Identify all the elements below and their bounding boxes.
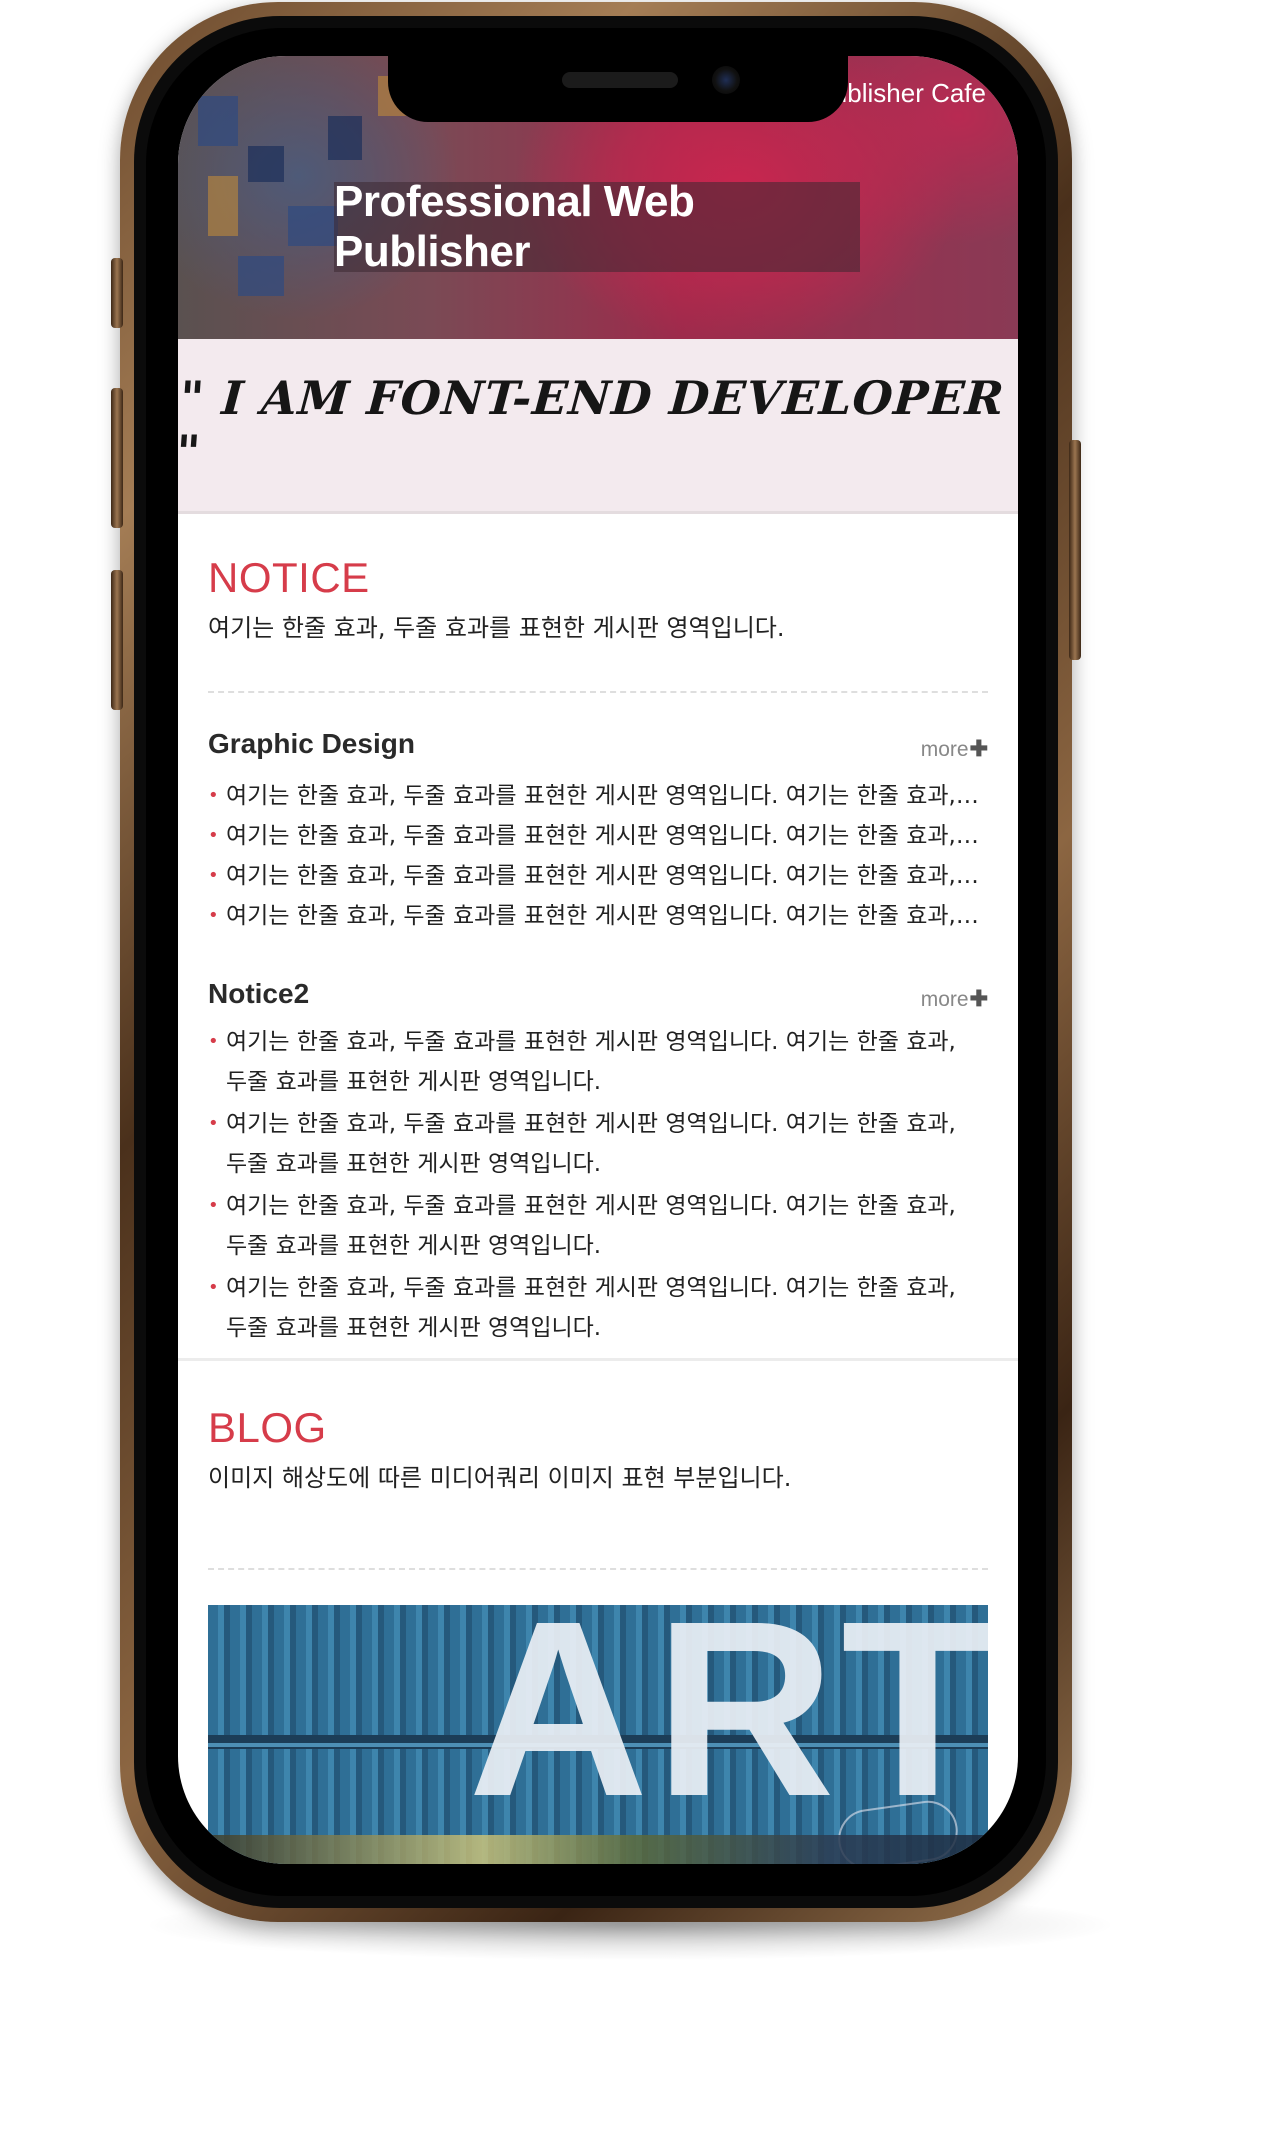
dot-bullet-icon: • — [208, 1277, 219, 1298]
list-item-text: 여기는 한줄 효과, 두줄 효과를 표현한 게시판 영역입니다. 여기는 한줄 … — [226, 903, 988, 929]
list-item-text: 여기는 한줄 효과, 두줄 효과를 표현한 게시판 영역입니다. 여기는 한줄 … — [226, 863, 988, 889]
site-name-link[interactable]: ublisher Cafe — [833, 78, 986, 109]
list-item-text: 여기는 한줄 효과, 두줄 효과를 표현한 게시판 영역입니다. 여기는 한줄 … — [226, 1029, 956, 1095]
list-item-text: 여기는 한줄 효과, 두줄 효과를 표현한 게시판 영역입니다. 여기는 한줄 … — [226, 1275, 956, 1341]
section-divider — [178, 1358, 1018, 1361]
blog-image[interactable]: ART — [208, 1605, 988, 1864]
speaker-grille — [562, 72, 678, 88]
more-link[interactable]: more✚ — [921, 736, 988, 762]
hero-texture — [328, 116, 362, 160]
quote-banner: " I AM FONT-END DEVELOPER " — [178, 339, 1018, 514]
dot-bullet-icon: • — [208, 1031, 219, 1052]
list-item[interactable]: • 여기는 한줄 효과, 두줄 효과를 표현한 게시판 영역입니다. 여기는 한줄… — [208, 776, 988, 816]
hero-texture — [288, 206, 338, 246]
list-item[interactable]: • 여기는 한줄 효과, 두줄 효과를 표현한 게시판 영역입니다. 여기는 한줄… — [208, 1186, 988, 1266]
board-title: Notice2 — [208, 978, 310, 1009]
notice-description: 여기는 한줄 효과, 두줄 효과를 표현한 게시판 영역입니다. — [208, 614, 785, 642]
list-item[interactable]: • 여기는 한줄 효과, 두줄 효과를 표현한 게시판 영역입니다. 여기는 한줄… — [208, 1104, 988, 1184]
power-button — [1069, 440, 1081, 660]
blog-section-head: BLOG 이미지 해상도에 따른 미디어쿼리 이미지 표현 부분입니다. — [208, 1404, 988, 1493]
list-item[interactable]: • 여기는 한줄 효과, 두줄 효과를 표현한 게시판 영역입니다. 여기는 한줄… — [208, 856, 988, 896]
volume-up-button — [111, 388, 123, 528]
notice-divider — [208, 691, 988, 693]
plus-icon: ✚ — [969, 736, 988, 761]
list-item-text: 여기는 한줄 효과, 두줄 효과를 표현한 게시판 영역입니다. 여기는 한줄 … — [226, 823, 988, 849]
board-graphic-design-list: • 여기는 한줄 효과, 두줄 효과를 표현한 게시판 영역입니다. 여기는 한줄… — [208, 776, 988, 936]
volume-down-button — [111, 570, 123, 710]
list-item[interactable]: • 여기는 한줄 효과, 두줄 효과를 표현한 게시판 영역입니다. 여기는 한줄… — [208, 896, 988, 936]
blog-description: 이미지 해상도에 따른 미디어쿼리 이미지 표현 부분입니다. — [208, 1464, 792, 1492]
quote-text: " I AM FONT-END DEVELOPER " — [178, 371, 1007, 479]
mockup-stage: ublisher Cafe Professional Web Publisher… — [0, 0, 1264, 2134]
dot-bullet-icon: • — [208, 905, 219, 926]
list-item-text: 여기는 한줄 효과, 두줄 효과를 표현한 게시판 영역입니다. 여기는 한줄 … — [226, 1193, 956, 1259]
more-label: more — [920, 738, 969, 761]
notice-section-head: NOTICE 여기는 한줄 효과, 두줄 효과를 표현한 게시판 영역입니다. — [208, 554, 988, 643]
notch — [388, 56, 848, 122]
board-title: Graphic Design — [208, 728, 415, 759]
blog-divider — [208, 1568, 988, 1570]
phone-screen: ublisher Cafe Professional Web Publisher… — [178, 56, 1018, 1864]
more-label: more — [920, 988, 969, 1011]
list-item[interactable]: • 여기는 한줄 효과, 두줄 효과를 표현한 게시판 영역입니다. 여기는 한줄… — [208, 1022, 988, 1102]
hero-texture — [208, 176, 238, 236]
dot-bullet-icon: • — [208, 1113, 219, 1134]
more-link[interactable]: more✚ — [921, 986, 988, 1012]
hero-texture — [198, 96, 238, 146]
hero-title: Professional Web Publisher — [334, 177, 695, 276]
hero-texture — [248, 146, 284, 182]
list-item[interactable]: • 여기는 한줄 효과, 두줄 효과를 표현한 게시판 영역입니다. 여기는 한줄… — [208, 816, 988, 856]
list-item-text: 여기는 한줄 효과, 두줄 효과를 표현한 게시판 영역입니다. 여기는 한줄 … — [226, 783, 988, 809]
hero-title-box: Professional Web Publisher — [334, 177, 860, 276]
board-graphic-design-head: Graphic Design more✚ — [208, 728, 988, 768]
dot-bullet-icon: • — [208, 865, 219, 886]
camera-icon — [712, 66, 740, 94]
graffiti-band — [208, 1835, 988, 1864]
dot-bullet-icon: • — [208, 825, 219, 846]
notice-title: NOTICE — [208, 554, 370, 601]
dot-bullet-icon: • — [208, 1195, 219, 1216]
board-notice2-head: Notice2 more✚ — [208, 978, 988, 1018]
hero-texture — [238, 256, 284, 296]
blog-title: BLOG — [208, 1404, 327, 1451]
board-notice2-list: • 여기는 한줄 효과, 두줄 효과를 표현한 게시판 영역입니다. 여기는 한줄… — [208, 1022, 988, 1350]
silent-switch — [111, 258, 123, 328]
list-item[interactable]: • 여기는 한줄 효과, 두줄 효과를 표현한 게시판 영역입니다. 여기는 한줄… — [208, 1268, 988, 1348]
list-item-text: 여기는 한줄 효과, 두줄 효과를 표현한 게시판 영역입니다. 여기는 한줄 … — [226, 1111, 956, 1177]
plus-icon: ✚ — [969, 986, 988, 1011]
dot-bullet-icon: • — [208, 785, 219, 806]
